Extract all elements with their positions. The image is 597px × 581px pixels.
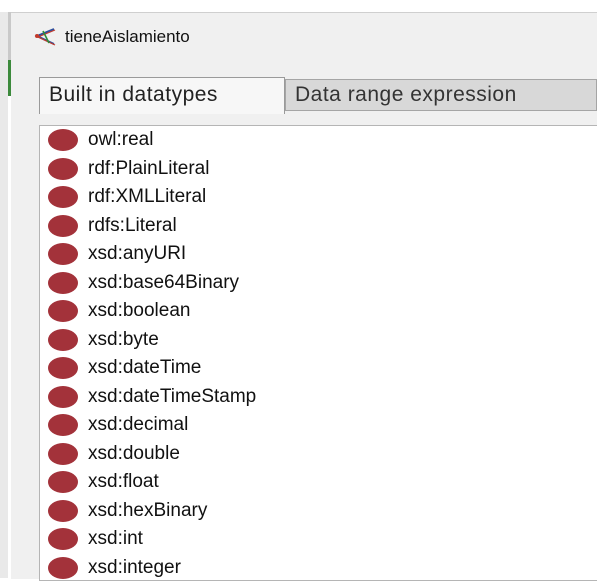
list-item[interactable]: rdf:PlainLiteral bbox=[40, 155, 580, 183]
dialog-frame: tieneAislamiento Built in datatypes Data… bbox=[0, 0, 597, 581]
list-item[interactable]: xsd:anyURI bbox=[40, 240, 580, 268]
background-window-edge bbox=[0, 12, 8, 578]
tab-data-range-expression[interactable]: Data range expression bbox=[285, 79, 597, 111]
datatype-icon bbox=[48, 528, 78, 550]
list-item[interactable]: xsd:boolean bbox=[40, 297, 580, 325]
datatype-label: xsd:base64Binary bbox=[88, 272, 240, 293]
datatype-icon bbox=[48, 557, 78, 579]
list-item[interactable]: xsd:float bbox=[40, 468, 580, 496]
datatype-label: xsd:integer bbox=[88, 557, 181, 578]
datatype-icon bbox=[48, 243, 78, 265]
dialog-title: tieneAislamiento bbox=[65, 27, 190, 46]
list-item[interactable]: xsd:int bbox=[40, 525, 580, 553]
datatype-label: xsd:boolean bbox=[88, 300, 191, 321]
datatype-icon bbox=[48, 215, 78, 237]
list-item[interactable]: xsd:double bbox=[40, 440, 580, 468]
tab-built-in-datatypes[interactable]: Built in datatypes bbox=[39, 77, 285, 114]
datatype-icon bbox=[48, 186, 78, 208]
list-item[interactable]: xsd:hexBinary bbox=[40, 497, 580, 525]
list-item[interactable]: rdf:XMLLiteral bbox=[40, 183, 580, 211]
datatype-icon bbox=[48, 414, 78, 436]
datatype-icon bbox=[48, 357, 78, 379]
datatype-label: xsd:float bbox=[88, 471, 159, 492]
datatype-label: rdfs:Literal bbox=[88, 215, 177, 236]
list-item[interactable]: xsd:integer bbox=[40, 554, 580, 580]
datatype-icon bbox=[48, 158, 78, 180]
datatype-list[interactable]: owl:real rdf:PlainLiteral rdf:XMLLiteral… bbox=[39, 125, 597, 581]
datatype-label: xsd:dateTimeStamp bbox=[88, 386, 257, 407]
datatype-label: rdf:PlainLiteral bbox=[88, 158, 210, 179]
datatype-label: xsd:int bbox=[88, 528, 143, 549]
datatype-icon bbox=[48, 443, 78, 465]
datatype-icon bbox=[48, 329, 78, 351]
object-property-icon bbox=[33, 25, 57, 49]
list-item[interactable]: rdfs:Literal bbox=[40, 212, 580, 240]
datatype-icon bbox=[48, 272, 78, 294]
datatype-icon bbox=[48, 500, 78, 522]
datatype-label: rdf:XMLLiteral bbox=[88, 186, 207, 207]
tab-bar: Built in datatypes Data range expression bbox=[39, 77, 597, 114]
datatype-icon bbox=[48, 471, 78, 493]
list-item[interactable]: owl:real bbox=[40, 126, 580, 154]
datatype-icon bbox=[48, 386, 78, 408]
datatype-label: xsd:hexBinary bbox=[88, 500, 208, 521]
list-item[interactable]: xsd:byte bbox=[40, 326, 580, 354]
datatype-label: xsd:decimal bbox=[88, 414, 189, 435]
datatype-label: xsd:dateTime bbox=[88, 357, 202, 378]
list-item[interactable]: xsd:base64Binary bbox=[40, 269, 580, 297]
datatype-icon bbox=[48, 300, 78, 322]
datatype-icon bbox=[48, 129, 78, 151]
datatype-label: owl:real bbox=[88, 129, 154, 150]
list-item[interactable]: xsd:dateTime bbox=[40, 354, 580, 382]
list-item[interactable]: xsd:decimal bbox=[40, 411, 580, 439]
datatype-dialog: tieneAislamiento Built in datatypes Data… bbox=[11, 12, 597, 581]
dialog-titlebar[interactable]: tieneAislamiento bbox=[11, 13, 597, 61]
datatype-label: xsd:byte bbox=[88, 329, 159, 350]
list-item[interactable]: xsd:dateTimeStamp bbox=[40, 383, 580, 411]
datatype-label: xsd:anyURI bbox=[88, 243, 187, 264]
datatype-label: xsd:double bbox=[88, 443, 180, 464]
